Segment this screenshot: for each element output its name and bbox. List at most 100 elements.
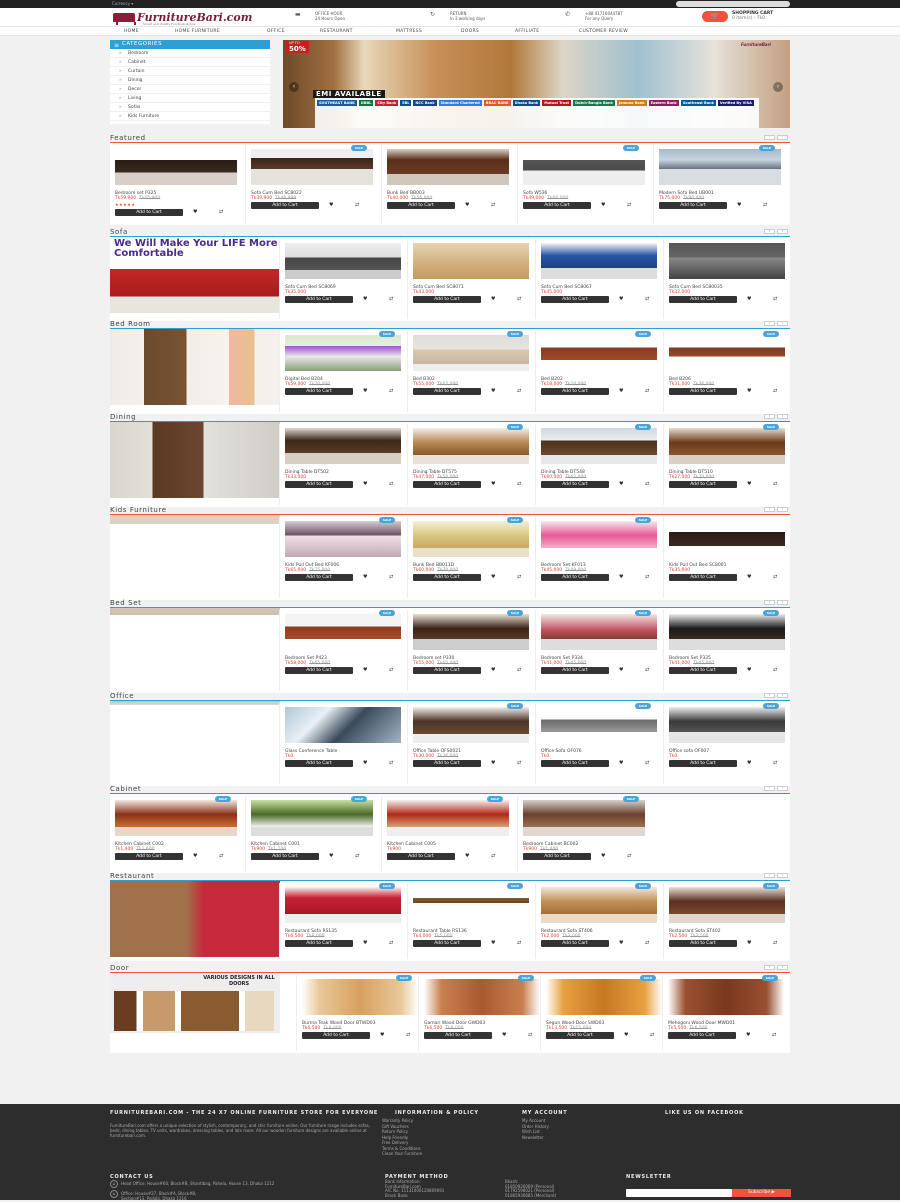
add-to-cart-button[interactable]: Add to Cart bbox=[669, 481, 737, 488]
category-item[interactable]: Dining bbox=[110, 76, 270, 85]
add-to-cart-button[interactable]: Add to Cart bbox=[659, 202, 727, 209]
product-image[interactable] bbox=[541, 521, 657, 557]
nav-item-6[interactable]: AFFILIATE bbox=[515, 29, 539, 34]
product-image[interactable] bbox=[413, 521, 529, 557]
product-card[interactable]: SALE Mehogoni Wood Door MWD01 Tk5,500 Tk6,5… bbox=[668, 975, 796, 1051]
carousel-next-button[interactable]: › bbox=[777, 786, 788, 791]
category-item[interactable]: Sofas bbox=[110, 103, 270, 112]
add-to-cart-button[interactable]: Add to Cart bbox=[541, 940, 609, 947]
product-image[interactable] bbox=[387, 800, 509, 836]
product-card[interactable]: SALE Office Sofa OF076 Tk0 Add to Cart ♥ ⇄ bbox=[541, 703, 669, 784]
product-card[interactable]: SALE Bedroom Set KF013 Tk45,000 Tk49,000 Add… bbox=[541, 517, 669, 598]
product-image[interactable] bbox=[668, 979, 784, 1015]
carousel-prev-button[interactable]: ‹ bbox=[764, 229, 775, 234]
wishlist-icon[interactable]: ♥ bbox=[329, 853, 333, 859]
product-card[interactable]: SALE Restaurant Sofa ST402 Tk2,500 Tk3,500 A… bbox=[669, 883, 797, 959]
product-image[interactable] bbox=[251, 149, 373, 185]
product-image[interactable] bbox=[285, 521, 401, 557]
product-image[interactable] bbox=[115, 800, 237, 836]
wishlist-icon[interactable]: ♥ bbox=[619, 481, 623, 487]
wishlist-icon[interactable]: ♥ bbox=[601, 853, 605, 859]
product-card[interactable]: SALE Gamari Wood Door GWD03 Tk6,500 Tk8,000… bbox=[424, 975, 552, 1051]
carousel-prev-button[interactable]: ‹ bbox=[764, 786, 775, 791]
add-to-cart-button[interactable]: Add to Cart bbox=[669, 388, 737, 395]
product-card[interactable]: SALE Burma Teak Wood Door BTWD03 Tk6,500 Tk… bbox=[302, 975, 430, 1051]
product-image[interactable] bbox=[541, 707, 657, 743]
carousel-next-button[interactable]: › bbox=[777, 693, 788, 698]
wishlist-icon[interactable]: ♥ bbox=[502, 1032, 506, 1038]
banner-next-button[interactable]: › bbox=[773, 82, 783, 92]
compare-icon[interactable]: ⇄ bbox=[389, 296, 393, 302]
product-image[interactable] bbox=[285, 614, 401, 650]
product-card[interactable]: SALE Bed B206 Tk31,000 Tk36,000 Add to Cart ♥… bbox=[669, 331, 797, 412]
carousel-prev-button[interactable]: ‹ bbox=[764, 965, 775, 970]
category-item[interactable]: Decor bbox=[110, 85, 270, 94]
add-to-cart-button[interactable]: Add to Cart bbox=[669, 574, 737, 581]
wishlist-icon[interactable]: ♥ bbox=[363, 760, 367, 766]
add-to-cart-button[interactable]: Add to Cart bbox=[413, 388, 481, 395]
product-image[interactable] bbox=[387, 149, 509, 185]
add-to-cart-button[interactable]: Add to Cart bbox=[413, 940, 481, 947]
product-image[interactable] bbox=[413, 243, 529, 279]
wishlist-icon[interactable]: ♥ bbox=[747, 388, 751, 394]
carousel-next-button[interactable]: › bbox=[777, 135, 788, 140]
product-card[interactable]: SALE Bedroom Set P423 Tk58,000 Tk65,000 Add … bbox=[285, 610, 413, 691]
product-card[interactable]: SALE Dining Table DT575 Tk47,000 Tk50,000 Ad… bbox=[413, 424, 541, 505]
carousel-prev-button[interactable]: ‹ bbox=[764, 507, 775, 512]
add-to-cart-button[interactable]: Add to Cart bbox=[115, 853, 183, 860]
wishlist-icon[interactable]: ♥ bbox=[747, 667, 751, 673]
compare-icon[interactable]: ⇄ bbox=[773, 940, 777, 946]
wishlist-icon[interactable]: ♥ bbox=[380, 1032, 384, 1038]
add-to-cart-button[interactable]: Add to Cart bbox=[541, 760, 609, 767]
wishlist-icon[interactable]: ♥ bbox=[491, 760, 495, 766]
compare-icon[interactable]: ⇄ bbox=[517, 574, 521, 580]
footer-link[interactable]: 01865936685 (Merchant) bbox=[505, 1193, 556, 1199]
add-to-cart-button[interactable]: Add to Cart bbox=[541, 296, 609, 303]
wishlist-icon[interactable]: ♥ bbox=[363, 667, 367, 673]
add-to-cart-button[interactable]: Add to Cart bbox=[523, 853, 591, 860]
product-card[interactable]: SALE Dining Table DT548 Tk60,000 Tk62,000 Ad… bbox=[541, 424, 669, 505]
wishlist-icon[interactable]: ♥ bbox=[737, 202, 741, 208]
wishlist-icon[interactable]: ♥ bbox=[363, 481, 367, 487]
add-to-cart-button[interactable]: Add to Cart bbox=[541, 481, 609, 488]
wishlist-icon[interactable]: ♥ bbox=[619, 940, 623, 946]
add-to-cart-button[interactable]: Add to Cart bbox=[251, 853, 319, 860]
search-input[interactable] bbox=[676, 1, 790, 7]
product-card[interactable]: SALE Sofa W536 Tk49,000 Tk66,000 Add to Cart… bbox=[523, 145, 651, 223]
product-image[interactable] bbox=[302, 979, 418, 1015]
compare-icon[interactable]: ⇄ bbox=[355, 202, 359, 208]
compare-icon[interactable]: ⇄ bbox=[645, 667, 649, 673]
compare-icon[interactable]: ⇄ bbox=[389, 388, 393, 394]
compare-icon[interactable]: ⇄ bbox=[389, 940, 393, 946]
product-image[interactable] bbox=[541, 614, 657, 650]
product-card[interactable]: SALE Kids Pull Out Bed KF006 Tk65,000 Tk75,… bbox=[285, 517, 413, 598]
carousel-prev-button[interactable]: ‹ bbox=[764, 414, 775, 419]
wishlist-icon[interactable]: ♥ bbox=[619, 296, 623, 302]
compare-icon[interactable]: ⇄ bbox=[517, 481, 521, 487]
compare-icon[interactable]: ⇄ bbox=[517, 667, 521, 673]
compare-icon[interactable]: ⇄ bbox=[645, 760, 649, 766]
add-to-cart-button[interactable]: Add to Cart bbox=[669, 667, 737, 674]
product-card[interactable]: SALE Bedroom Set P334 Tk41,000 Tk45,000 Add … bbox=[541, 610, 669, 691]
product-image[interactable] bbox=[413, 887, 529, 923]
product-card[interactable]: SALE Restaurant Sofa ST406 Tk2,000 Tk3,000 A… bbox=[541, 883, 669, 959]
add-to-cart-button[interactable]: Add to Cart bbox=[546, 1032, 614, 1039]
product-card[interactable]: SALE Bed B202 Tk18,000 Tk24,000 Add to Cart ♥… bbox=[541, 331, 669, 412]
newsletter-subscribe-button[interactable]: Subscribe ▶ bbox=[732, 1189, 791, 1197]
compare-icon[interactable]: ⇄ bbox=[389, 760, 393, 766]
product-card[interactable]: SALE Dining Table DT510 Tk27,000 Tk30,000 Ad… bbox=[669, 424, 797, 505]
wishlist-icon[interactable]: ♥ bbox=[491, 574, 495, 580]
carousel-next-button[interactable]: › bbox=[777, 229, 788, 234]
product-image[interactable] bbox=[285, 428, 401, 464]
hero-banner[interactable]: UP TO 50% FurnitureBari ‹ › EMI AVAILABL… bbox=[283, 40, 790, 128]
wishlist-icon[interactable]: ♥ bbox=[601, 202, 605, 208]
currency-select[interactable]: Currency ▾ bbox=[112, 1, 133, 6]
compare-icon[interactable]: ⇄ bbox=[773, 296, 777, 302]
categories-header[interactable]: ≡ CATEGORIES bbox=[110, 40, 270, 49]
add-to-cart-button[interactable]: Add to Cart bbox=[669, 940, 737, 947]
compare-icon[interactable]: ⇄ bbox=[491, 853, 495, 859]
footer-link[interactable]: My Account bbox=[522, 1118, 549, 1124]
compare-icon[interactable]: ⇄ bbox=[773, 667, 777, 673]
product-card[interactable]: Bedroom set P325 Tk59,900 Tk65,900 ★★★★★ Add… bbox=[115, 149, 243, 223]
wishlist-icon[interactable]: ♥ bbox=[624, 1032, 628, 1038]
